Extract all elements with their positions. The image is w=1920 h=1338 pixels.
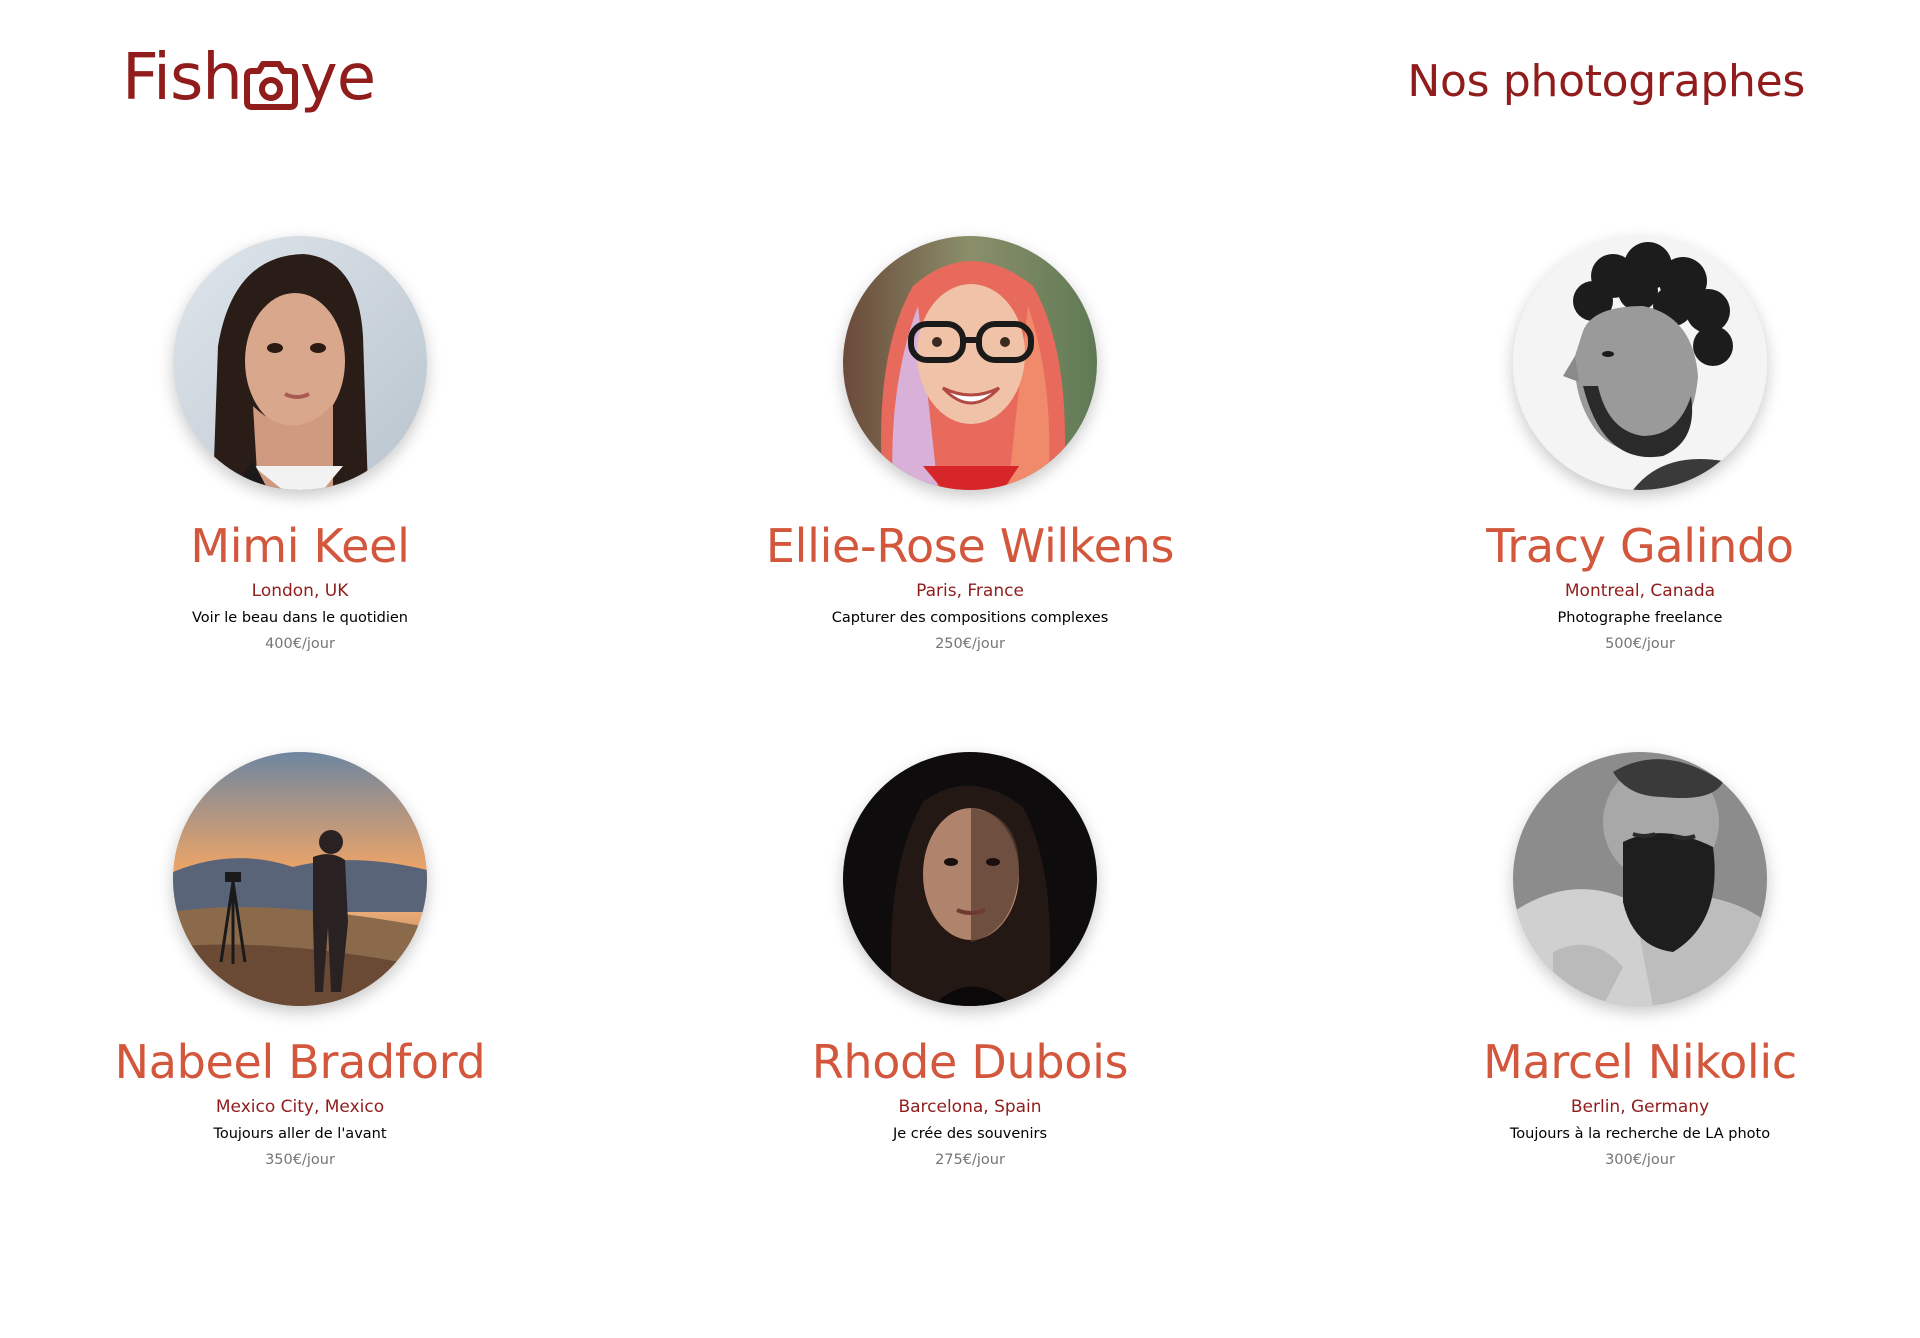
- photographer-card[interactable]: Mimi Keel London, UK Voir le beau dans l…: [0, 236, 600, 654]
- photographers-grid: Mimi Keel London, UK Voir le beau dans l…: [0, 236, 1920, 1186]
- photographer-portrait: [843, 752, 1097, 1006]
- photographer-tagline: Je crée des souvenirs: [892, 1126, 1047, 1142]
- photographer-name: Marcel Nikolic: [1483, 1035, 1797, 1089]
- photographer-location: Barcelona, Spain: [898, 1097, 1042, 1117]
- photographer-price: 250€/jour: [935, 636, 1005, 652]
- photographer-location: London, UK: [251, 581, 349, 601]
- photographer-portrait: [173, 752, 427, 1006]
- photographer-price: 275€/jour: [935, 1152, 1005, 1168]
- photographer-tagline: Voir le beau dans le quotidien: [192, 610, 408, 626]
- photographer-portrait: [173, 236, 427, 490]
- photographer-location: Berlin, Germany: [1570, 1097, 1710, 1117]
- logo-text-left: Fish: [122, 41, 243, 115]
- site-header: Fish ye Nos photographes: [0, 0, 1920, 160]
- page: Fish ye Nos photographes Mimi Keel Londo…: [0, 0, 1920, 1338]
- photographer-location: Mexico City, Mexico: [215, 1097, 385, 1117]
- photographer-location: Montreal, Canada: [1564, 581, 1716, 601]
- logo-text-right: ye: [299, 41, 376, 115]
- page-title: Nos photographes: [1407, 56, 1805, 107]
- photographer-name: Rhode Dubois: [811, 1035, 1129, 1089]
- photographer-location: Paris, France: [916, 581, 1024, 601]
- photographer-name: Nabeel Bradford: [114, 1035, 486, 1089]
- photographer-card[interactable]: Marcel Nikolic Berlin, Germany Toujours …: [1340, 752, 1920, 1170]
- photographer-portrait: [843, 236, 1097, 490]
- fisheye-logo[interactable]: Fish ye: [122, 40, 376, 116]
- photographer-price: 350€/jour: [265, 1152, 335, 1168]
- camera-icon: [243, 54, 298, 110]
- photographer-name: Tracy Galindo: [1486, 519, 1794, 573]
- photographer-price: 300€/jour: [1605, 1152, 1675, 1168]
- photographer-card[interactable]: Tracy Galindo Montreal, Canada Photograp…: [1340, 236, 1920, 654]
- photographer-tagline: Toujours à la recherche de LA photo: [1509, 1126, 1771, 1142]
- photographer-tagline: Capturer des compositions complexes: [831, 610, 1109, 626]
- photographer-portrait: [1513, 236, 1767, 490]
- photographer-price: 400€/jour: [265, 636, 335, 652]
- photographer-price: 500€/jour: [1605, 636, 1675, 652]
- photographer-portrait: [1513, 752, 1767, 1006]
- photographer-card[interactable]: Rhode Dubois Barcelona, Spain Je crée de…: [670, 752, 1270, 1170]
- photographer-tagline: Toujours aller de l'avant: [213, 1126, 387, 1142]
- photographer-tagline: Photographe freelance: [1557, 610, 1723, 626]
- photographer-name: Ellie-Rose Wilkens: [765, 519, 1175, 573]
- photographer-card[interactable]: Nabeel Bradford Mexico City, Mexico Touj…: [0, 752, 600, 1170]
- photographer-card[interactable]: Ellie-Rose Wilkens Paris, France Capture…: [670, 236, 1270, 654]
- photographer-name: Mimi Keel: [190, 519, 410, 573]
